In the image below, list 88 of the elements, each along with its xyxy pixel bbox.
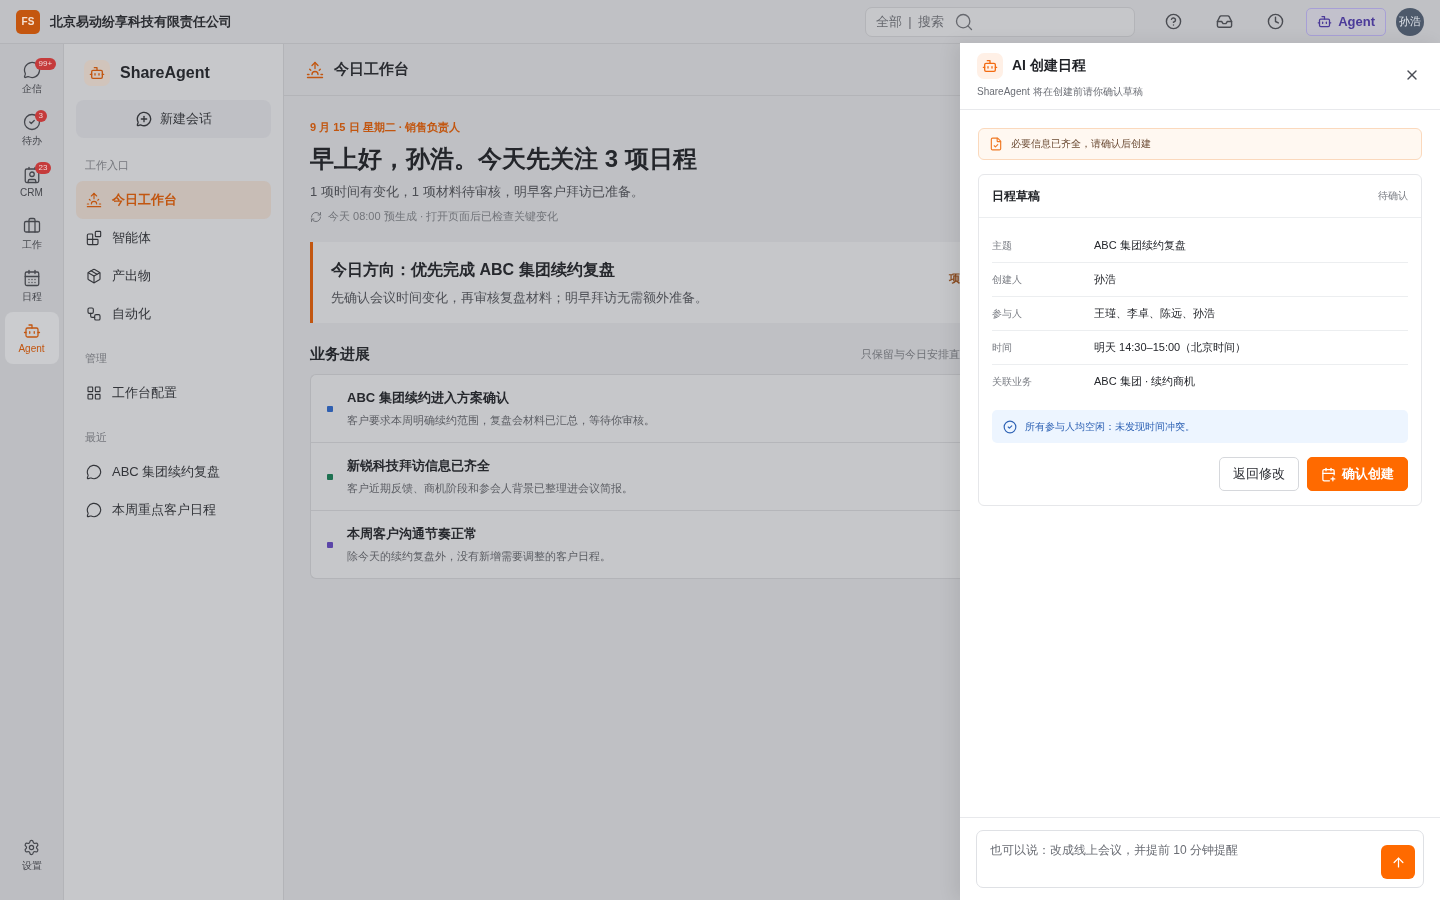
- sidebar-item[interactable]: 智能体: [76, 219, 271, 257]
- search-field[interactable]: 搜索: [917, 14, 948, 29]
- direction-side-text: 项: [949, 271, 960, 286]
- sidebar-item[interactable]: 产出物: [76, 257, 271, 295]
- robot-icon: [977, 53, 1003, 79]
- calendar-icon: [22, 268, 41, 287]
- section-heading: 管理: [84, 351, 108, 366]
- briefcase-icon: [22, 216, 41, 235]
- progress-text: 除今天的续约复盘外，没有新增需要调整的客户日程。: [347, 549, 611, 564]
- sunrise-icon: [86, 192, 102, 208]
- card-title: 日程草稿: [992, 187, 1040, 205]
- rail-item[interactable]: 日程: [4, 260, 59, 312]
- field-label: 主题: [992, 238, 1013, 253]
- section-heading: 最近: [84, 430, 108, 445]
- direction-title: 今日方向：优先完成 ABC 集团续约复盘: [331, 260, 616, 280]
- blocks-icon: [86, 230, 102, 246]
- count-badge: 23: [34, 162, 52, 174]
- rail-item[interactable]: 工作: [4, 208, 59, 260]
- sidebar-item[interactable]: 工作台配置: [76, 374, 271, 412]
- check-circle-icon: [1003, 419, 1017, 434]
- search-icon: [953, 11, 974, 32]
- chat-plus-icon: [135, 111, 152, 127]
- summary-text: 1 项时间有变化，1 项材料待审核，明早客户拜访已准备。: [310, 183, 645, 201]
- count-badge: 3: [34, 110, 47, 122]
- progress-title: 新锐科技拜访信息已齐全: [347, 457, 491, 475]
- rail-item[interactable]: 待办 3: [4, 104, 59, 156]
- file-check-icon: [989, 137, 1003, 151]
- field-value: 孙浩: [1094, 272, 1116, 287]
- status-text: 待确认: [1378, 189, 1408, 203]
- separator-text: |: [908, 14, 912, 29]
- robot-icon: [84, 60, 110, 86]
- field-value: ABC 集团 · 续约商机: [1094, 374, 1196, 389]
- robot-icon: [22, 322, 41, 340]
- section-title: 业务进展: [310, 345, 370, 364]
- user-avatar[interactable]: 孙浩: [1396, 7, 1424, 36]
- count-badge: 99+: [34, 58, 57, 70]
- field-label: 创建人: [992, 272, 1023, 287]
- robot-icon: [1317, 14, 1333, 29]
- contact-card-icon: [22, 166, 41, 184]
- new-chat-button[interactable]: 新建会话: [76, 100, 271, 138]
- company-name: 北京易动纷享科技有限责任公司: [50, 12, 232, 31]
- message-box[interactable]: 也可以说：改成线上会议，并提前 10 分钟提醒: [976, 830, 1424, 888]
- back-button[interactable]: 返回修改: [1219, 457, 1299, 491]
- sidebar-item[interactable]: ABC 集团续约复盘: [76, 453, 271, 491]
- rail-item[interactable]: 企信 99+: [4, 52, 59, 104]
- progress-title: 本周客户沟通节奏正常: [347, 525, 478, 543]
- drawer-title: AI 创建日程: [1012, 57, 1086, 75]
- sunrise-icon: [306, 60, 324, 79]
- availability-text: 所有参与人均空闲：未发现时间冲突。: [1025, 419, 1195, 434]
- chat-icon: [86, 464, 102, 480]
- progress-title: ABC 集团续约进入方案确认: [347, 389, 510, 407]
- settings-rail-item[interactable]: 设置: [4, 830, 59, 882]
- agent-button[interactable]: Agent: [1306, 7, 1386, 36]
- progress-text: 客户要求本周明确续约范围，复盘会材料已汇总，等待你审核。: [347, 413, 655, 428]
- sidebar-item[interactable]: 本周重点客户日程: [76, 491, 271, 529]
- sidebar-title: ShareAgent: [120, 64, 210, 82]
- greeting-heading: 早上好，孙浩。今天先关注 3 项日程: [310, 144, 698, 174]
- field-label: 参与人: [992, 306, 1023, 321]
- direction-text: 先确认会议时间变化，再审核复盘材料；明早拜访无需额外准备。: [331, 289, 709, 307]
- workflow-icon: [86, 306, 102, 322]
- field-value: 明天 14:30–15:00（北京时间）: [1094, 340, 1247, 355]
- grid-icon: [86, 385, 102, 401]
- settings-icon: [23, 839, 40, 856]
- calendar-plus-icon: [1321, 466, 1336, 482]
- section-note: 只保留与今日安排直: [861, 347, 960, 362]
- field-label: 关联业务: [992, 374, 1033, 389]
- company-logo: FS: [16, 9, 40, 34]
- progress-text: 客户近期反馈、商机阶段和参会人背景已整理进会议简报。: [347, 481, 633, 496]
- chat-icon: [22, 60, 41, 79]
- confirm-button[interactable]: 确认创建: [1307, 457, 1408, 491]
- chat-icon: [86, 502, 102, 518]
- notice-text: 必要信息已齐全，请确认后创建: [1011, 137, 1151, 151]
- rail-item[interactable]: CRM 23: [4, 156, 59, 208]
- sidebar-item[interactable]: 自动化: [76, 295, 271, 333]
- field-value: 王瑾、李卓、陈远、孙浩: [1094, 306, 1215, 321]
- refresh-icon: [310, 210, 322, 223]
- rail-item[interactable]: Agent: [4, 312, 59, 364]
- section-heading: 工作入口: [84, 158, 130, 173]
- search-scope[interactable]: 全部: [876, 12, 903, 31]
- package-icon: [86, 268, 102, 284]
- refresh-note: 今天 08:00 预生成 · 打开页面后已检查关键变化: [328, 209, 559, 224]
- send-button[interactable]: [1381, 845, 1415, 879]
- page-title: 今日工作台: [334, 60, 409, 79]
- drawer-subtitle: ShareAgent 将在创建前请你确认草稿: [977, 85, 1143, 99]
- field-label: 时间: [992, 340, 1013, 355]
- check-circle-icon: [22, 112, 41, 131]
- date-line: 9 月 15 日 星期二 · 销售负责人: [310, 120, 462, 135]
- field-value: ABC 集团续约复盘: [1094, 238, 1186, 253]
